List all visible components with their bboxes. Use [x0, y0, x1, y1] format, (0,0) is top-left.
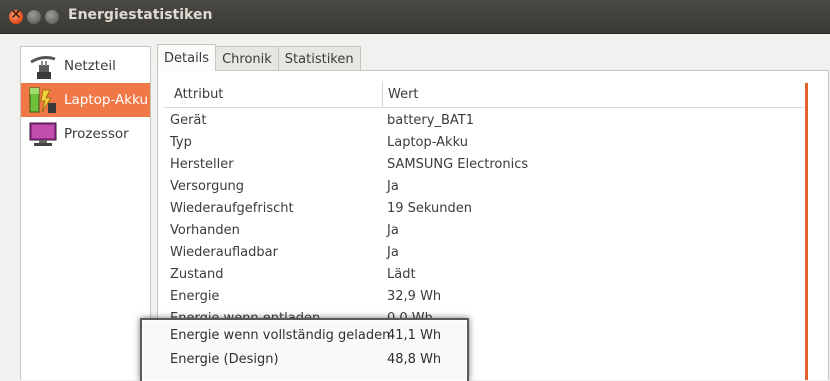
device-list: Netzteil Laptop-Akku Prozessor: [20, 46, 151, 380]
highlight-callout: Energie wenn vollständig geladen 41,1 Wh…: [140, 318, 469, 381]
monitor-icon: [28, 120, 58, 148]
highlight-attribute-full-charge: Energie wenn vollständig geladen: [170, 328, 391, 343]
title-bar: Energiestatistiken: [0, 0, 830, 34]
value-cell: SAMSUNG Electronics: [387, 157, 529, 172]
sidebar-item-prozessor[interactable]: Prozessor: [21, 117, 150, 151]
tab-bar: Details Chronik Statistiken: [157, 44, 361, 71]
close-window-button[interactable]: [9, 7, 23, 24]
battery-icon: [28, 86, 58, 114]
sidebar-item-netzteil[interactable]: Netzteil: [21, 49, 150, 83]
table-row[interactable]: Versorgung Ja: [170, 177, 800, 199]
table-row[interactable]: Energie 32,9 Wh: [170, 287, 800, 309]
table-row[interactable]: Zustand Lädt: [170, 265, 800, 287]
sidebar-item-label: Netzteil: [64, 58, 116, 74]
tab-details[interactable]: Details: [157, 44, 217, 71]
table-row[interactable]: Hersteller SAMSUNG Electronics: [170, 155, 800, 177]
attribute-cell: Versorgung: [170, 179, 245, 194]
value-cell: Laptop-Akku: [387, 135, 468, 150]
attribute-cell: Wiederaufladbar: [170, 245, 278, 260]
table-row[interactable]: Wiederaufgefrischt 19 Sekunden: [170, 199, 800, 221]
attribute-cell: Hersteller: [170, 157, 234, 172]
highlight-value-design: 48,8 Wh: [387, 352, 442, 367]
attribute-cell: Energie: [170, 289, 220, 304]
sidebar-item-label: Laptop-Akku: [64, 92, 149, 108]
highlight-value-full-charge: 41,1 Wh: [387, 328, 442, 343]
value-cell: Ja: [387, 223, 399, 238]
tab-statistiken[interactable]: Statistiken: [277, 46, 361, 71]
column-header-wert[interactable]: Wert: [383, 81, 588, 107]
table-row[interactable]: Wiederaufladbar Ja: [170, 243, 800, 265]
window-title: Energiestatistiken: [68, 7, 213, 23]
table-row[interactable]: Vorhanden Ja: [170, 221, 800, 243]
highlight-attribute-design: Energie (Design): [170, 352, 279, 367]
table-row[interactable]: Gerät battery_BAT1: [170, 111, 800, 133]
sidebar-item-label: Prozessor: [64, 126, 129, 142]
attribute-cell: Vorhanden: [170, 223, 240, 238]
sidebar-item-laptop-akku[interactable]: Laptop-Akku: [21, 83, 150, 117]
tab-chronik[interactable]: Chronik: [215, 46, 279, 71]
scrollbar[interactable]: [805, 83, 808, 380]
value-cell: battery_BAT1: [387, 113, 474, 128]
attribute-cell: Wiederaufgefrischt: [170, 201, 294, 216]
value-cell: Ja: [387, 245, 399, 260]
attribute-cell: Typ: [170, 135, 192, 150]
value-cell: Ja: [387, 179, 399, 194]
column-header-attribut[interactable]: Attribut: [164, 81, 383, 107]
value-cell: Lädt: [387, 267, 416, 282]
power-plug-icon: [28, 52, 58, 80]
value-cell: 32,9 Wh: [387, 289, 442, 304]
table-row[interactable]: Typ Laptop-Akku: [170, 133, 800, 155]
attribute-cell: Zustand: [170, 267, 224, 282]
value-cell: 19 Sekunden: [387, 201, 473, 216]
maximize-window-button[interactable]: [45, 10, 59, 24]
attribute-cell: Gerät: [170, 113, 207, 128]
header-divider: [164, 107, 804, 108]
minimize-window-button[interactable]: [27, 10, 41, 24]
